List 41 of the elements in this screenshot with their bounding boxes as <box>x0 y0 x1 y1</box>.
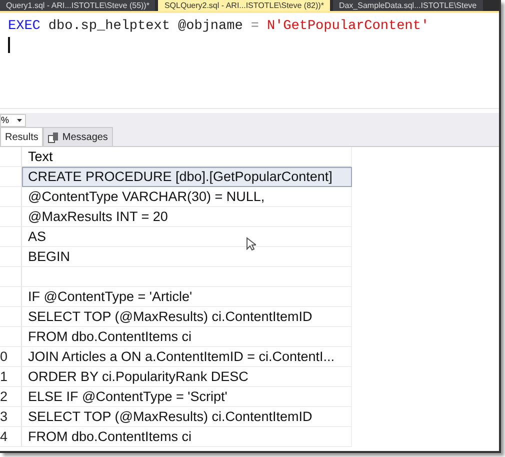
code-token: = <box>250 19 259 34</box>
row-header[interactable] <box>0 267 22 287</box>
table-cell[interactable]: SELECT TOP (@MaxResults) ci.ContentItemID <box>22 407 352 427</box>
table-cell[interactable]: CREATE PROCEDURE [dbo].[GetPopularContent] <box>22 167 352 187</box>
row-header[interactable]: 4 <box>0 427 22 447</box>
row-header[interactable] <box>0 227 22 247</box>
table-cell[interactable]: @MaxResults INT = 20 <box>22 207 352 227</box>
table-cell[interactable]: JOIN Articles a ON a.ContentItemID = ci.ContentI... <box>22 347 352 367</box>
document-tab[interactable]: SQLQuery2.sql - ARI...ISTOTLE\Steve (82))* <box>158 0 330 11</box>
result-tab[interactable]: Results <box>0 127 44 146</box>
code-token: N'GetPopularContent' <box>266 19 429 34</box>
code-token: EXEC <box>8 19 40 34</box>
result-tab[interactable]: Messages <box>43 127 113 146</box>
row-header[interactable] <box>0 207 22 227</box>
table-cell[interactable]: FROM dbo.ContentItems ci <box>22 427 352 447</box>
caret-icon <box>17 118 22 122</box>
row-header[interactable]: 2 <box>0 387 22 407</box>
table-cell[interactable]: BEGIN <box>22 247 352 267</box>
row-header[interactable] <box>0 307 22 327</box>
messages-icon <box>48 132 60 142</box>
row-header[interactable]: 0 <box>0 347 22 367</box>
text-caret <box>8 37 10 53</box>
document-tab[interactable]: Query1.sql - ARI...ISTOTLE\Steve (55))* <box>0 0 156 11</box>
table-cell[interactable]: ELSE IF @ContentType = 'Script' <box>22 387 352 407</box>
code-token: dbo.sp_helptext @objname <box>48 19 243 34</box>
row-header[interactable] <box>0 247 22 267</box>
row-header[interactable]: 1 <box>0 367 22 387</box>
row-header[interactable]: 3 <box>0 407 22 427</box>
table-cell[interactable] <box>22 267 352 287</box>
zoom-dropdown[interactable]: % <box>0 114 26 126</box>
table-cell[interactable]: IF @ContentType = 'Article' <box>22 287 352 307</box>
grid-corner[interactable] <box>0 147 22 167</box>
row-header[interactable] <box>0 327 22 347</box>
table-cell[interactable]: FROM dbo.ContentItems ci <box>22 327 352 347</box>
table-cell[interactable]: SELECT TOP (@MaxResults) ci.ContentItemID <box>22 307 352 327</box>
document-tab[interactable]: Dax_SampleData.sql...ISTOTLE\Steve <box>332 0 483 11</box>
row-header[interactable] <box>0 187 22 207</box>
row-header[interactable] <box>0 287 22 307</box>
table-cell[interactable]: ORDER BY ci.PopularityRank DESC <box>22 367 352 387</box>
table-cell[interactable]: @ContentType VARCHAR(30) = NULL, <box>22 187 352 207</box>
mouse-pointer-icon <box>246 237 256 251</box>
